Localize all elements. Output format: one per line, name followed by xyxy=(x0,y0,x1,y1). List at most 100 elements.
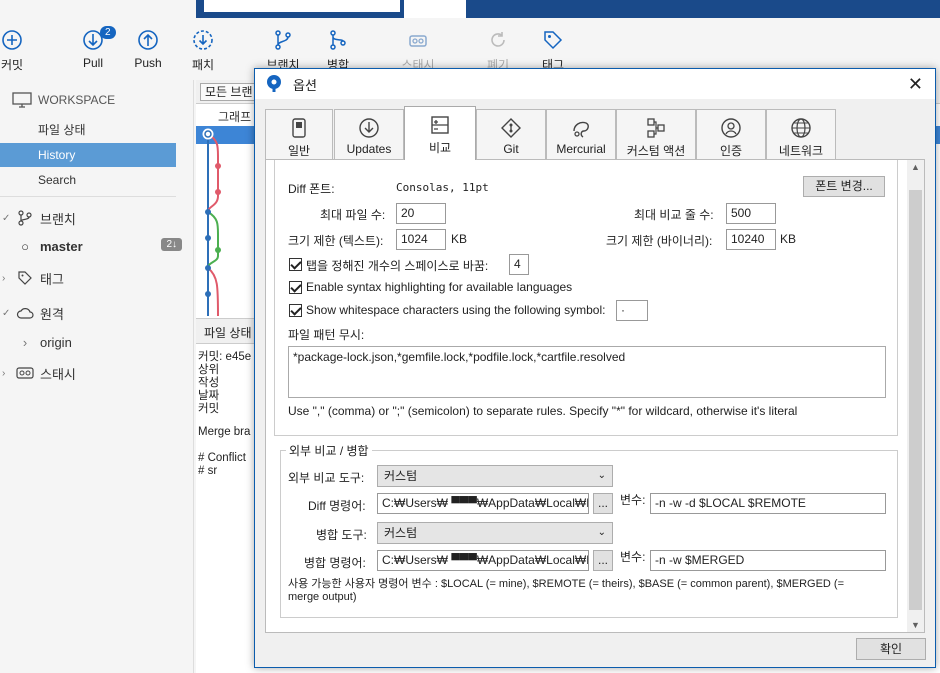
remotes-label: 원격 xyxy=(40,306,64,322)
chevron-down-icon: ✓ xyxy=(2,212,11,224)
show-whitespace-checkbox[interactable] xyxy=(289,304,302,317)
chevron-right-icon: › xyxy=(22,334,28,350)
sidebar-tags-group[interactable]: › 태그 xyxy=(0,266,194,290)
panel-scrollbar[interactable]: ▲ ▼ xyxy=(907,160,924,632)
stash-icon xyxy=(409,35,427,47)
close-icon[interactable]: ✕ xyxy=(908,74,923,95)
behind-count-badge: 2↓ xyxy=(161,238,182,251)
push-button[interactable]: Push xyxy=(118,28,178,70)
commit-message: Merge bra xyxy=(198,426,251,438)
diff-args-input[interactable]: -n -w -d $LOCAL $REMOTE xyxy=(650,493,886,514)
sidebar-branches-group[interactable]: ✓ 브랜치 xyxy=(0,206,194,230)
change-font-button[interactable]: 폰트 변경... xyxy=(803,176,885,197)
size-limit-binary-unit: KB xyxy=(780,232,797,246)
merge-tool-value: 커스텀 xyxy=(384,526,418,540)
tag-button[interactable]: 태그 xyxy=(523,28,583,73)
scroll-up-icon[interactable]: ▲ xyxy=(907,162,924,172)
origin-label: origin xyxy=(40,334,72,350)
repo-tab[interactable] xyxy=(204,0,400,12)
sidebar-item-history[interactable]: History xyxy=(0,143,176,167)
top-window-strip xyxy=(196,0,940,18)
diff-command-browse-button[interactable]: ... xyxy=(593,493,613,514)
master-label: master xyxy=(40,238,83,254)
diff-settings-panel: Diff 폰트: Consolas, 11pt 폰트 변경... 최대 파일 수… xyxy=(265,159,925,633)
branch-filter-dropdown[interactable]: 모든 브랜 xyxy=(200,83,258,101)
tab-network-label: 네트워크 xyxy=(778,144,824,158)
merge-args-label: 변수: xyxy=(620,550,646,564)
ignore-patterns-textarea[interactable]: *package-lock.json,*gemfile.lock,*podfil… xyxy=(288,346,886,398)
tab-custom-actions[interactable]: 커스텀 액션 xyxy=(616,109,696,159)
tab-diff[interactable]: 비교 xyxy=(404,106,476,160)
chevron-down-icon: ✓ xyxy=(2,307,11,319)
repo-tab-2[interactable] xyxy=(404,0,466,18)
options-dialog: 옵션 ✕ 일반 Updates 비교 Git Mercurial 커스텀 액션 … xyxy=(254,68,936,668)
tab-diff-label: 비교 xyxy=(428,141,452,155)
merge-button[interactable]: 병합 xyxy=(308,28,368,73)
sidebar-remotes-group[interactable]: ✓ 원격 xyxy=(0,301,194,325)
merge-tool-select[interactable]: 커스텀 ⌄ xyxy=(377,522,613,544)
diff-command-input[interactable]: C:₩Users₩ ▀▀▀₩AppData₩Local₩Pro xyxy=(377,493,589,514)
merge-tool-label: 병합 도구: xyxy=(316,528,367,542)
plus-circle-icon xyxy=(2,30,22,50)
diff-font-value: Consolas, 11pt xyxy=(396,181,489,194)
discard-button[interactable]: 폐기 xyxy=(468,28,528,73)
tab-mercurial[interactable]: Mercurial xyxy=(546,109,616,159)
fetch-button[interactable]: 패치 xyxy=(173,28,233,73)
diff-tool-value: 커스텀 xyxy=(384,469,418,483)
command-variables-hint: 사용 가능한 사용자 명령어 변수 : $LOCAL (= mine), $RE… xyxy=(288,578,845,603)
merge-command-browse-button[interactable]: ... xyxy=(593,550,613,571)
sidebar-remote-origin[interactable]: › origin xyxy=(0,330,194,354)
merge-command-input[interactable]: C:₩Users₩ ▀▀▀₩AppData₩Local₩Pro xyxy=(377,550,589,571)
chevron-right-icon: › xyxy=(2,367,6,379)
ignore-patterns-hint: Use "," (comma) or ";" (semicolon) to se… xyxy=(288,404,798,418)
tags-label: 태그 xyxy=(40,271,64,287)
conflict-file-text: # sr xyxy=(198,465,218,477)
diff-font-label: Diff 폰트: xyxy=(288,182,335,196)
tab-general[interactable]: 일반 xyxy=(265,109,333,159)
commit-graph xyxy=(202,128,221,316)
discard-icon xyxy=(491,32,505,47)
tab-updates[interactable]: Updates xyxy=(334,109,404,159)
ok-button[interactable]: 확인 xyxy=(856,638,926,660)
tag-icon xyxy=(18,271,32,285)
fetch-icon xyxy=(193,30,213,50)
tab-custom-actions-label: 커스텀 액션 xyxy=(626,144,686,158)
max-lines-input[interactable]: 500 xyxy=(726,203,776,224)
file-status-tab[interactable]: 파일 상태 xyxy=(204,324,252,341)
whitespace-symbol-input[interactable]: · xyxy=(616,300,648,321)
size-limit-text-input[interactable]: 1024 xyxy=(396,229,446,250)
diff-tool-select[interactable]: 커스텀 ⌄ xyxy=(377,465,613,487)
pull-count-badge: 2 xyxy=(100,26,116,39)
tab-network[interactable]: 네트워크 xyxy=(766,109,836,159)
merge-args-input[interactable]: -n -w $MERGED xyxy=(650,550,886,571)
tab-space-count-input[interactable]: 4 xyxy=(509,254,529,275)
branch-button[interactable]: 브랜치 xyxy=(253,28,313,73)
tab-auth[interactable]: 인증 xyxy=(696,109,766,159)
cloud-icon xyxy=(16,308,34,319)
graph-column-header: 그래프 xyxy=(218,110,252,124)
syntax-highlight-checkbox[interactable] xyxy=(289,281,302,294)
tab-git[interactable]: Git xyxy=(476,109,546,159)
tabs-to-spaces-checkbox[interactable] xyxy=(289,258,302,271)
commit-button[interactable]: 커밋 xyxy=(0,28,42,73)
stash-button[interactable]: 스태시 xyxy=(388,28,448,73)
size-limit-text-label: 크기 제한 (텍스트): xyxy=(288,234,384,248)
committer-text: 커밋 xyxy=(198,403,220,415)
diff-args-label: 변수: xyxy=(620,493,646,507)
sidebar-item-file-status[interactable]: 파일 상태 xyxy=(0,118,176,142)
chevron-down-icon: ⌄ xyxy=(597,470,606,481)
pull-label: Pull xyxy=(82,56,103,70)
sidebar-stashes-group[interactable]: › 스태시 xyxy=(0,361,194,385)
scroll-down-icon[interactable]: ▼ xyxy=(907,620,924,630)
max-files-input[interactable]: 20 xyxy=(396,203,446,224)
merge-icon xyxy=(330,30,346,50)
sidebar-item-search[interactable]: Search xyxy=(0,168,176,192)
size-limit-binary-input[interactable]: 10240 xyxy=(726,229,776,250)
diff-tool-label: 외부 비교 도구: xyxy=(288,471,365,485)
stash-icon xyxy=(16,367,34,379)
scrollbar-thumb[interactable] xyxy=(909,190,922,610)
max-lines-label: 최대 비교 줄 수: xyxy=(634,208,714,222)
sidebar-branch-master[interactable]: ○ master 2↓ xyxy=(0,234,194,258)
toggle-switch-icon xyxy=(292,118,306,138)
branches-label: 브랜치 xyxy=(40,211,76,227)
